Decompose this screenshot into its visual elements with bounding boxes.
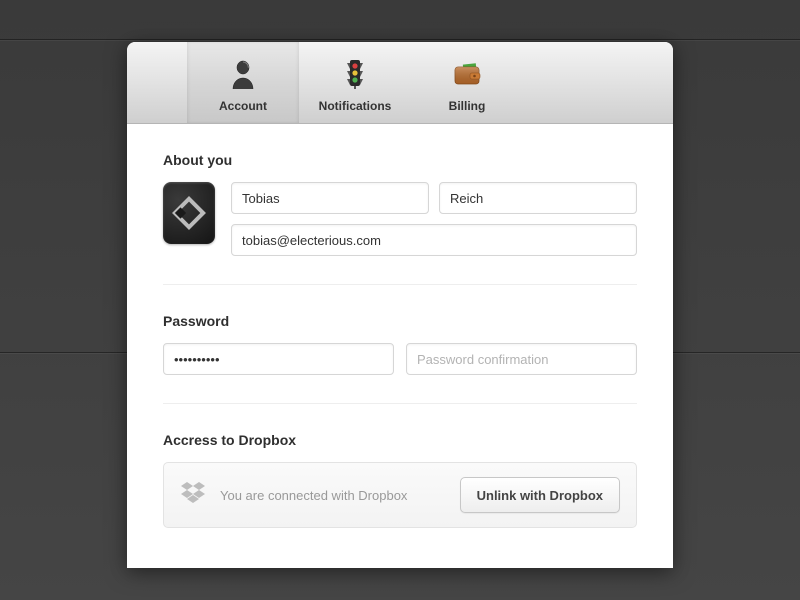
about-you-heading: About you bbox=[163, 152, 637, 168]
tab-bar: Account Notifications bbox=[127, 42, 673, 124]
avatar[interactable] bbox=[163, 182, 215, 244]
tab-label: Account bbox=[219, 99, 267, 113]
avatar-logo-icon bbox=[170, 194, 208, 232]
wallet-icon bbox=[452, 57, 482, 91]
unlink-dropbox-button[interactable]: Unlink with Dropbox bbox=[460, 477, 620, 513]
email-field[interactable] bbox=[231, 224, 637, 256]
traffic-light-icon bbox=[345, 57, 365, 91]
tab-notifications[interactable]: Notifications bbox=[299, 42, 411, 123]
tab-label: Notifications bbox=[319, 99, 392, 113]
password-heading: Password bbox=[163, 313, 637, 329]
tab-spacer bbox=[127, 42, 187, 123]
dropbox-icon bbox=[180, 482, 206, 509]
dropbox-status-text: You are connected with Dropbox bbox=[220, 488, 446, 503]
dropbox-heading: Accress to Dropbox bbox=[163, 432, 637, 448]
settings-panel: Account Notifications bbox=[127, 42, 673, 568]
tab-label: Billing bbox=[449, 99, 486, 113]
tab-billing[interactable]: Billing bbox=[411, 42, 523, 123]
divider bbox=[163, 403, 637, 404]
dropbox-status-box: You are connected with Dropbox Unlink wi… bbox=[163, 462, 637, 528]
password-field[interactable] bbox=[163, 343, 394, 375]
tab-account[interactable]: Account bbox=[187, 42, 299, 123]
password-confirm-field[interactable] bbox=[406, 343, 637, 375]
account-icon bbox=[230, 57, 256, 91]
first-name-field[interactable] bbox=[231, 182, 429, 214]
background-divider bbox=[0, 39, 800, 40]
last-name-field[interactable] bbox=[439, 182, 637, 214]
panel-content: About you Password bbox=[127, 124, 673, 568]
divider bbox=[163, 284, 637, 285]
